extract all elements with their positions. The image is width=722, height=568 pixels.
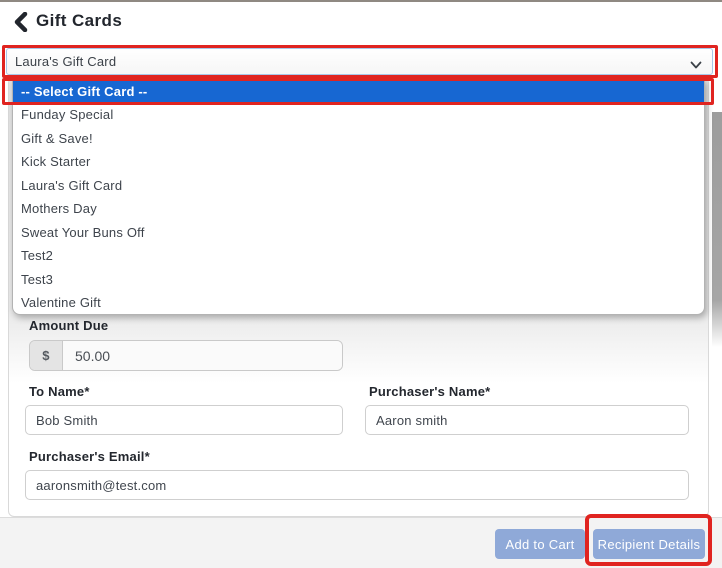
dropdown-option[interactable]: Sweat Your Buns Off xyxy=(13,221,704,245)
purchaser-name-input[interactable] xyxy=(365,405,689,435)
gift-card-select-value: Laura's Gift Card xyxy=(7,54,116,69)
purchaser-email-label: Purchaser's Email* xyxy=(29,449,150,464)
amount-due-label: Amount Due xyxy=(29,318,108,333)
dropdown-option[interactable]: Valentine Gift xyxy=(13,291,704,315)
gift-card-select[interactable]: Laura's Gift Card xyxy=(6,48,713,75)
dropdown-option[interactable]: Test2 xyxy=(13,244,704,268)
chevron-down-icon xyxy=(690,57,702,75)
purchaser-email-input[interactable] xyxy=(25,470,689,500)
page-header: Gift Cards xyxy=(0,2,722,42)
dropdown-option[interactable]: Test3 xyxy=(13,268,704,292)
dropdown-option[interactable]: Laura's Gift Card xyxy=(13,174,704,198)
dropdown-option[interactable]: Gift & Save! xyxy=(13,127,704,151)
back-button[interactable] xyxy=(12,12,32,32)
purchaser-name-label: Purchaser's Name* xyxy=(369,384,490,399)
dropdown-option[interactable]: Funday Special xyxy=(13,103,704,127)
currency-symbol: $ xyxy=(30,341,63,370)
footer-bar: Add to Cart Recipient Details xyxy=(0,517,722,568)
amount-input-group: $ xyxy=(29,340,343,371)
dropdown-option[interactable]: Kick Starter xyxy=(13,150,704,174)
dropdown-option[interactable]: Mothers Day xyxy=(13,197,704,221)
to-name-input[interactable] xyxy=(25,405,343,435)
chevron-left-icon xyxy=(12,12,32,32)
amount-input[interactable] xyxy=(63,341,342,370)
dropdown-shadow xyxy=(712,112,722,347)
recipient-details-button[interactable]: Recipient Details xyxy=(593,529,705,559)
to-name-label: To Name* xyxy=(29,384,90,399)
page-title: Gift Cards xyxy=(36,11,122,31)
gift-card-dropdown-list: -- Select Gift Card -- Funday Special Gi… xyxy=(12,79,705,315)
add-to-cart-button[interactable]: Add to Cart xyxy=(495,529,585,559)
dropdown-option-select-gift-card[interactable]: -- Select Gift Card -- xyxy=(13,80,704,103)
